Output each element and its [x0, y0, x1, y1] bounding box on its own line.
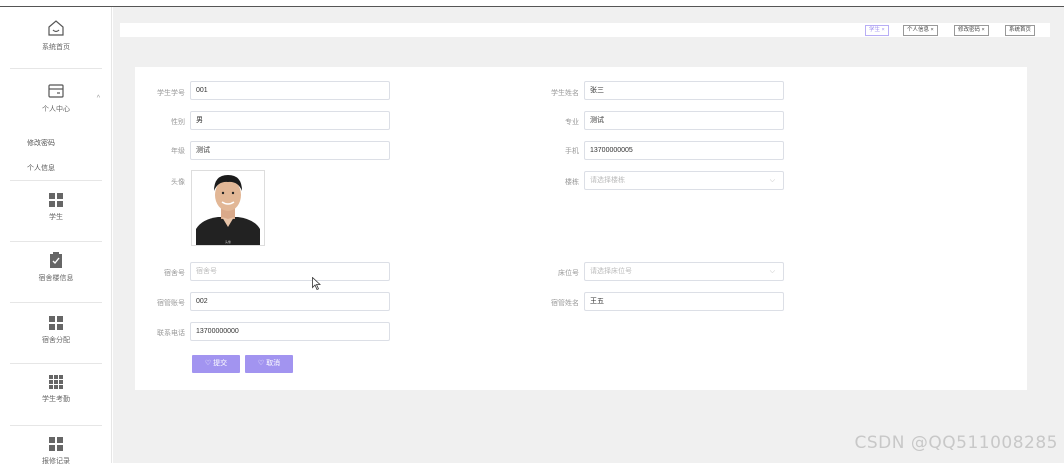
manager-account-field[interactable]: 002	[190, 292, 390, 311]
divider	[10, 180, 102, 181]
building-select[interactable]: 请选择楼栋 ⌵	[584, 171, 784, 190]
submit-button[interactable]: ♡ 提交	[192, 355, 240, 373]
grade-field[interactable]: 测试	[190, 141, 390, 160]
avatar-label: 头像	[171, 179, 185, 186]
wallet-icon	[48, 84, 64, 98]
chevron-up-icon[interactable]: ^	[97, 95, 100, 102]
bed-no-placeholder: 请选择床位号	[590, 268, 632, 275]
sidebar-item-label: 学生	[49, 214, 63, 221]
grid-nine-icon	[49, 375, 63, 389]
divider	[10, 241, 102, 242]
watermark: CSDN @QQ511008285	[854, 433, 1058, 453]
tab-students[interactable]: 学生 ×	[865, 25, 889, 36]
form-card: 学生学号 001 学生姓名 张三 性别 男 专业 测试 年级 测试 手机 137…	[135, 67, 1027, 390]
manager-name-field[interactable]: 王五	[584, 292, 784, 311]
grid-icon	[49, 193, 63, 207]
major-field[interactable]: 测试	[584, 111, 784, 130]
sidebar-item-dorm-assign[interactable]: 宿舍分配	[0, 316, 112, 345]
student-name-label: 学生姓名	[551, 90, 579, 97]
student-no-field[interactable]: 001	[190, 81, 390, 100]
avatar-upload[interactable]: 头像	[191, 170, 265, 246]
divider	[10, 302, 102, 303]
sidebar-item-personal[interactable]: 个人中心 ^	[0, 83, 112, 114]
sidebar: 系统首页 个人中心 ^ 修改密码 个人信息 学生 宿舍楼信息 宿舍分配 学生考勤…	[0, 7, 112, 466]
sidebar-item-label: 宿舍楼信息	[38, 275, 74, 282]
sidebar-item-repair[interactable]: 报修记录	[0, 437, 112, 466]
gender-field[interactable]: 男	[190, 111, 390, 130]
sidebar-item-label: 宿舍分配	[42, 337, 70, 344]
major-label: 专业	[565, 119, 579, 126]
sidebar-subitem-personal-info[interactable]: 个人信息	[27, 163, 55, 173]
grid-icon	[49, 316, 63, 330]
main-content: 学生 × 个人信息 × 修改密码 × 系统首页 学生学号 001 学生姓名 张三…	[113, 7, 1064, 463]
bed-no-select[interactable]: 请选择床位号 ⌵	[584, 262, 784, 281]
clipboard-check-icon	[50, 252, 62, 268]
tab-personal-info[interactable]: 个人信息 ×	[903, 25, 938, 36]
grid-icon	[49, 437, 63, 451]
phone-field[interactable]: 13700000005	[584, 141, 784, 160]
building-label: 楼栋	[565, 179, 579, 186]
dorm-no-label: 宿舍号	[164, 270, 185, 277]
grade-label: 年级	[171, 148, 185, 155]
divider	[10, 363, 102, 364]
dorm-no-field[interactable]: 宿舍号	[190, 262, 390, 281]
sidebar-item-attendance[interactable]: 学生考勤	[0, 375, 112, 404]
student-name-field[interactable]: 张三	[584, 81, 784, 100]
contact-phone-field[interactable]: 13700000000	[190, 322, 390, 341]
avatar-image	[192, 171, 264, 245]
manager-name-label: 宿管姓名	[551, 300, 579, 307]
sidebar-subitem-change-password[interactable]: 修改密码	[27, 138, 55, 148]
sidebar-item-label: 报修记录	[42, 458, 70, 465]
building-placeholder: 请选择楼栋	[590, 177, 625, 184]
sidebar-item-dorm-building[interactable]: 宿舍楼信息	[0, 252, 112, 283]
gender-label: 性别	[171, 119, 185, 126]
divider	[10, 68, 102, 69]
tab-change-password[interactable]: 修改密码 ×	[954, 25, 989, 36]
phone-label: 手机	[565, 148, 579, 155]
avatar-caption: 头像	[224, 240, 231, 244]
cancel-button[interactable]: ♡ 取消	[245, 355, 293, 373]
student-no-label: 学生学号	[157, 90, 185, 97]
sidebar-item-label: 系统首页	[42, 44, 70, 51]
bed-no-label: 床位号	[558, 270, 579, 277]
home-icon	[48, 20, 64, 36]
sidebar-item-label: 学生考勤	[42, 396, 70, 403]
tab-home[interactable]: 系统首页	[1005, 25, 1036, 36]
chevron-down-icon: ⌵	[769, 177, 775, 184]
divider	[10, 425, 102, 426]
chevron-down-icon: ⌵	[769, 268, 775, 275]
sidebar-item-home[interactable]: 系统首页	[0, 19, 112, 52]
manager-account-label: 宿管账号	[157, 300, 185, 307]
contact-phone-label: 联系电话	[157, 330, 185, 337]
mouse-cursor-icon	[312, 277, 321, 290]
sidebar-item-label: 个人中心	[42, 106, 70, 113]
sidebar-item-students[interactable]: 学生	[0, 193, 112, 222]
